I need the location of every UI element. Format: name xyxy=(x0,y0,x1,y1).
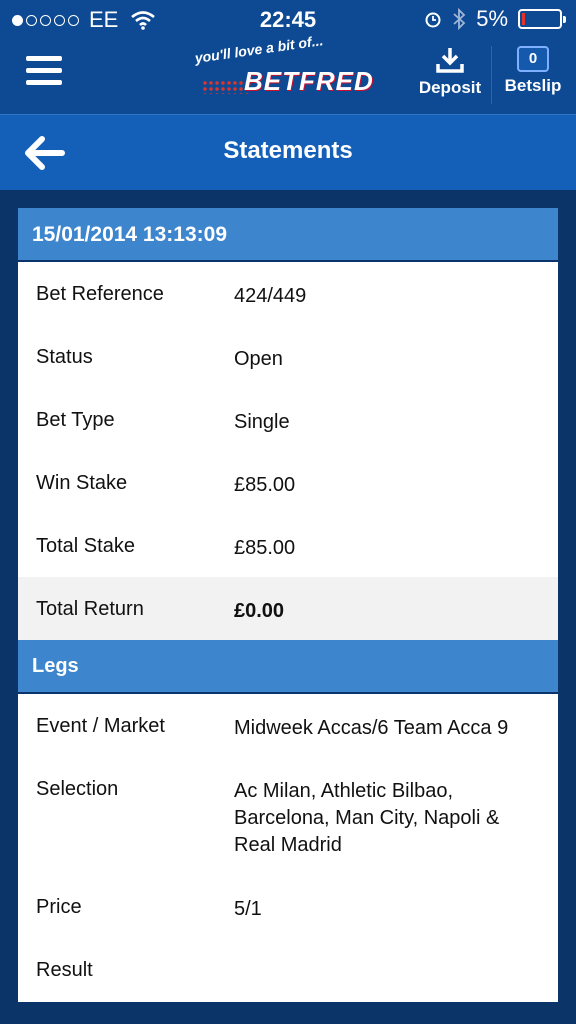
status-bar: EE 22:45 5% xyxy=(0,0,576,36)
deposit-label: Deposit xyxy=(418,78,482,97)
detail-row-win-stake: Win Stake £85.00 xyxy=(18,451,558,514)
deposit-button[interactable]: Deposit xyxy=(412,46,488,106)
detail-row-total-return: Total Return £0.00 xyxy=(18,577,558,640)
detail-value: £85.00 xyxy=(234,474,296,496)
detail-row-bet-type: Bet Type Single xyxy=(18,388,558,451)
betslip-label: Betslip xyxy=(504,76,562,95)
leg-row-result: Result xyxy=(18,938,558,1001)
betslip-button[interactable]: 0 Betslip xyxy=(498,46,568,106)
detail-row-status: Status Open xyxy=(18,325,558,388)
detail-value: £0.00 xyxy=(234,600,285,622)
page-title: Statements xyxy=(223,137,353,164)
leg-value: Ac Milan, Athletic Bilbao, Barcelona, Ma… xyxy=(234,780,500,856)
detail-value: Open xyxy=(234,348,283,370)
logo-dots xyxy=(202,80,250,94)
detail-row-total-stake: Total Stake £85.00 xyxy=(18,514,558,577)
app-header: you'll love a bit of... BETFRED Deposit … xyxy=(0,32,576,114)
leg-row-price: Price 5/1 xyxy=(18,875,558,938)
leg-label: Result xyxy=(36,959,93,981)
detail-label: Bet Reference xyxy=(36,283,164,305)
battery-percent: 5% xyxy=(476,6,508,31)
battery-icon xyxy=(518,9,566,29)
bluetooth-icon xyxy=(453,8,466,30)
menu-button[interactable] xyxy=(26,56,62,88)
leg-row-event-market: Event / Market Midweek Accas/6 Team Acca… xyxy=(18,694,558,757)
leg-row-selection: Selection Ac Milan, Athletic Bilbao, Bar… xyxy=(18,757,558,875)
statement-card: 15/01/2014 13:13:09 Bet Reference 424/44… xyxy=(18,208,558,1002)
detail-label: Win Stake xyxy=(36,472,128,494)
header-divider xyxy=(491,46,492,104)
alarm-icon xyxy=(425,12,441,28)
title-bar: Statements xyxy=(0,114,576,190)
leg-label: Selection xyxy=(36,778,119,800)
detail-row-bet-reference: Bet Reference 424/449 xyxy=(18,262,558,325)
download-icon xyxy=(436,48,464,73)
leg-label: Event / Market xyxy=(36,715,165,737)
betslip-count-badge: 0 xyxy=(517,46,549,72)
statement-date: 15/01/2014 13:13:09 xyxy=(18,208,558,262)
detail-value: Single xyxy=(234,411,290,433)
leg-value: Midweek Accas/6 Team Acca 9 xyxy=(234,717,509,739)
logo-tagline: you'll love a bit of... xyxy=(193,32,325,66)
status-icons: 5% xyxy=(424,6,566,32)
detail-label: Status xyxy=(36,346,93,368)
logo-name: BETFRED xyxy=(244,66,374,96)
detail-label: Total Stake xyxy=(36,535,135,557)
detail-label: Total Return xyxy=(36,598,144,620)
betfred-logo[interactable]: you'll love a bit of... BETFRED xyxy=(188,32,388,98)
legs-heading: Legs xyxy=(18,640,558,694)
leg-label: Price xyxy=(36,896,82,918)
hamburger-icon xyxy=(26,56,62,61)
leg-value: 5/1 xyxy=(234,898,262,920)
detail-label: Bet Type xyxy=(36,409,115,431)
detail-value: £85.00 xyxy=(234,537,296,559)
detail-value: 424/449 xyxy=(234,285,307,307)
